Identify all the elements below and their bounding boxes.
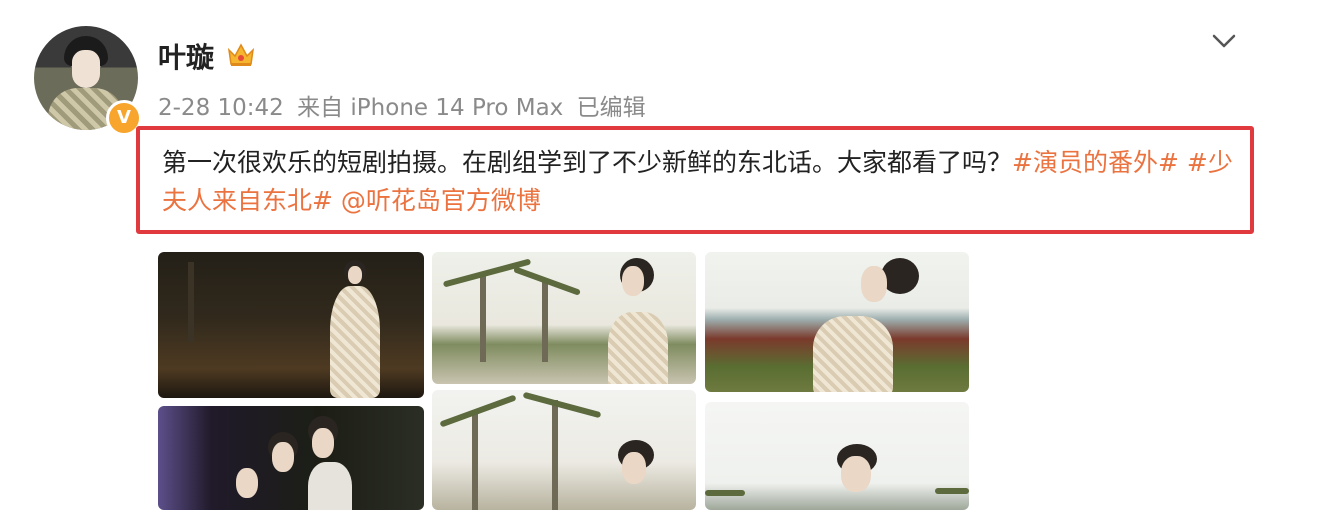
- palm-frond: [439, 394, 517, 428]
- post-image-1[interactable]: [158, 252, 424, 398]
- foliage: [705, 490, 745, 496]
- post-source: 来自 iPhone 14 Pro Max: [297, 95, 564, 121]
- crown-icon[interactable]: [226, 40, 256, 68]
- figure-face: [236, 468, 258, 498]
- chevron-down-icon[interactable]: [1206, 26, 1242, 56]
- figure-shirt: [308, 462, 352, 510]
- figure-face: [622, 452, 646, 484]
- topic-link-actor-extra[interactable]: #演员的番外#: [1012, 148, 1179, 177]
- figure-face: [861, 266, 887, 302]
- figure-face: [312, 428, 334, 458]
- tree-shape: [188, 262, 194, 342]
- weibo-post: V 叶璇 2-28 10:42 来自 iPhone 14 Pro Max 已编辑…: [0, 0, 1328, 520]
- figure-face: [841, 456, 871, 492]
- post-body-text: 第一次很欢乐的短剧拍摄。在剧组学到了不少新鲜的东北话。大家都看了吗？: [162, 148, 1013, 177]
- foliage: [935, 488, 969, 494]
- figure-dress: [330, 286, 380, 398]
- palm-trunk: [480, 272, 486, 362]
- post-meta: 2-28 10:42 来自 iPhone 14 Pro Max 已编辑: [158, 88, 652, 122]
- post-content-highlight: 第一次很欢乐的短剧拍摄。在剧组学到了不少新鲜的东北话。大家都看了吗？#演员的番外…: [136, 126, 1254, 234]
- palm-trunk: [542, 282, 548, 362]
- mention-link[interactable]: @听花岛官方微博: [341, 186, 541, 215]
- post-image-6[interactable]: [705, 402, 969, 510]
- post-text: 第一次很欢乐的短剧拍摄。在剧组学到了不少新鲜的东北话。大家都看了吗？#演员的番外…: [162, 144, 1242, 220]
- figure-dress: [813, 316, 893, 392]
- post-edited-label[interactable]: 已编辑: [577, 95, 646, 121]
- post-image-5[interactable]: [432, 390, 696, 510]
- figure-dress: [608, 312, 668, 384]
- post-image-4[interactable]: [158, 406, 424, 510]
- post-timestamp[interactable]: 2-28 10:42: [158, 95, 284, 121]
- palm-trunk: [552, 400, 558, 510]
- username[interactable]: 叶璇: [158, 36, 214, 76]
- palm-frond: [522, 391, 602, 419]
- avatar-face: [72, 50, 100, 88]
- figure-face: [622, 266, 644, 296]
- post-image-2[interactable]: [432, 252, 696, 384]
- post-image-3[interactable]: [705, 252, 969, 392]
- palm-trunk: [472, 410, 478, 510]
- figure-face: [348, 266, 362, 284]
- figure-face: [272, 442, 294, 472]
